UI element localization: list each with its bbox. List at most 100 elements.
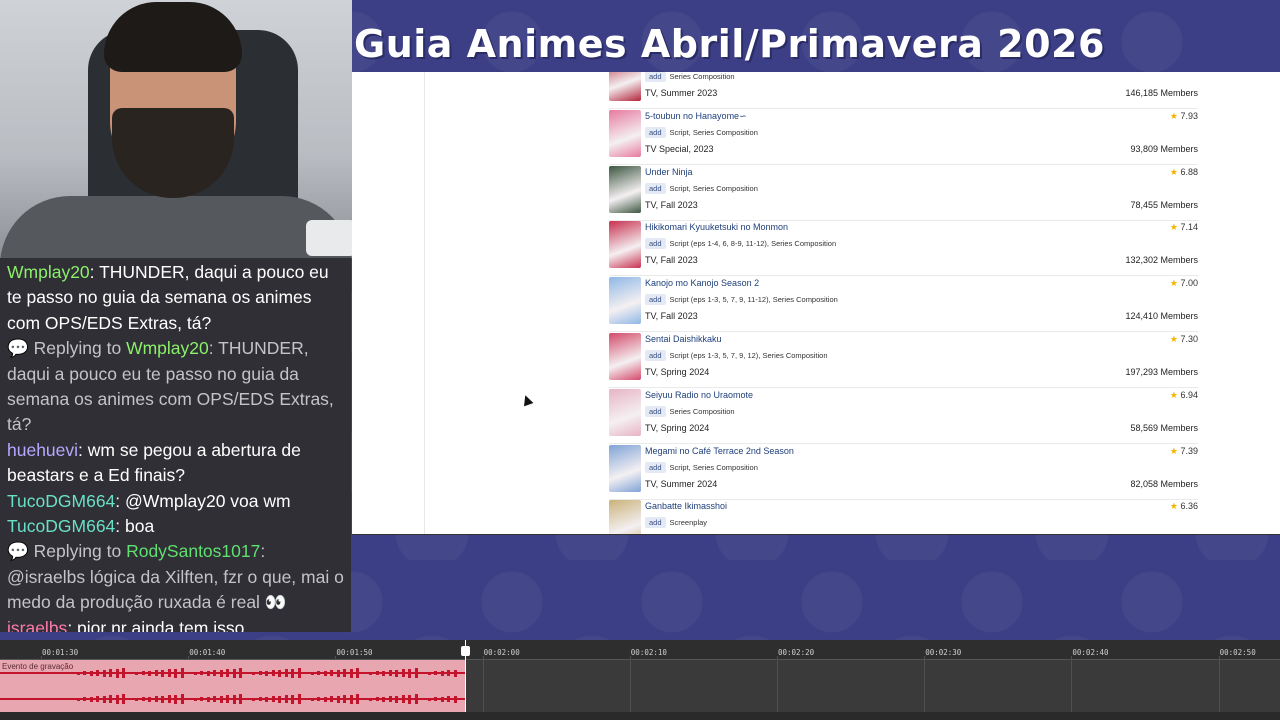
waveform-peak: [453, 695, 457, 703]
anime-entry[interactable]: Under Ninja add Script, Series Composition…: [609, 165, 1198, 221]
waveform-peak: [395, 695, 398, 703]
timeline-gridline: [924, 656, 926, 720]
waveform-peak: [304, 698, 307, 700]
waveform-peak: [135, 671, 138, 675]
add-button[interactable]: add: [645, 126, 666, 138]
timeline-ruler[interactable]: 00:01:30 00:01:40 00:01:50 00:02:00 00:02:10…: [0, 640, 1280, 660]
anime-type-season: TV, Spring 2024: [645, 367, 710, 377]
chat-username[interactable]: Wmplay20: [126, 338, 209, 358]
waveform-peak: [291, 668, 294, 678]
staff-roles: add Script (eps 1-3, 5, 7, 9, 12), Series…: [645, 350, 828, 361]
waveform-peak: [434, 697, 437, 701]
anime-score: ★ 7.30: [1170, 334, 1198, 345]
timeline-gridline: [1218, 656, 1220, 720]
add-button[interactable]: add: [645, 238, 666, 250]
waveform-peak: [414, 668, 418, 678]
anime-thumbnail[interactable]: [609, 221, 641, 269]
anime-entry[interactable]: Ganbatte Ikimasshoi add Screenplay ★ 6.36: [609, 499, 1198, 534]
anime-title-link[interactable]: Sentai Daishikkaku: [645, 334, 722, 344]
anime-thumbnail[interactable]: [609, 388, 641, 436]
waveform-peak: [414, 694, 418, 704]
timecode-label: 00:02:20: [778, 648, 815, 657]
waveform-peak: [154, 696, 158, 702]
webcam-feed: [0, 0, 352, 258]
chat-username[interactable]: TucoDGM664: [7, 491, 115, 511]
roles-text: Script (eps 1-3, 5, 7, 9, 12), Series Co…: [669, 351, 828, 360]
waveform-peak: [382, 670, 385, 676]
anime-entry[interactable]: Seiyuu Radio no Uraomote add Series Compos…: [609, 388, 1198, 444]
waveform-peak: [193, 671, 197, 675]
roles-text: Series Composition: [669, 406, 735, 416]
waveform-peak: [297, 668, 301, 678]
waveform-peak: [213, 670, 216, 676]
waveform-peak: [219, 669, 223, 677]
waveform-peak: [226, 669, 229, 677]
waveform-peak: [278, 669, 281, 677]
waveform-peak: [388, 670, 392, 676]
anime-title-link[interactable]: Megami no Café Terrace 2nd Season: [645, 446, 794, 456]
anime-thumbnail[interactable]: [609, 72, 641, 101]
waveform-peak: [330, 670, 333, 676]
chat-username[interactable]: huehuevi: [7, 440, 78, 460]
waveform-peak: [447, 696, 450, 702]
anime-title-link[interactable]: Under Ninja: [645, 167, 693, 177]
anime-thumbnail[interactable]: [609, 109, 641, 157]
score-value: 7.00: [1180, 278, 1198, 289]
anime-entry[interactable]: Sentai Daishikkaku add Script (eps 1-3, 5,…: [609, 332, 1198, 388]
anime-members: 82,058 Members: [1130, 478, 1198, 489]
anime-score: ★ 7.39: [1170, 446, 1198, 457]
waveform-peak: [362, 672, 366, 674]
roles-text: Script, Series Composition: [669, 462, 758, 472]
waveform-peak: [239, 668, 242, 678]
anime-entry[interactable]: Megami no Café Terrace 2nd Season add Scri…: [609, 444, 1198, 500]
waveform-peak: [200, 697, 203, 701]
add-button[interactable]: add: [645, 294, 666, 306]
anime-title-link[interactable]: Seiyuu Radio no Uraomote: [645, 390, 753, 400]
video-editor-timeline[interactable]: 00:01:30 00:01:40 00:01:50 00:02:00 00:02:10…: [0, 640, 1280, 720]
add-button[interactable]: add: [645, 72, 666, 82]
anime-entry[interactable]: 5-toubun no Hanayome∽ add Script, Series C…: [609, 109, 1198, 165]
anime-entry[interactable]: Kanojo mo Kanojo Season 2 add Script (eps …: [609, 276, 1198, 333]
timeline-gridline: [629, 656, 631, 720]
anime-thumbnail[interactable]: [609, 277, 641, 325]
add-button[interactable]: add: [645, 517, 666, 529]
add-button[interactable]: add: [645, 405, 666, 417]
anime-type-season: TV, Summer 2024: [645, 478, 718, 489]
chat-username[interactable]: TucoDGM664: [7, 516, 115, 536]
chat-username[interactable]: RodySantos1017: [126, 541, 260, 561]
roles-text: Script (eps 1-4, 6, 8-9, 11-12), Series …: [669, 239, 837, 249]
score-value: 6.36: [1180, 501, 1198, 512]
anime-thumbnail[interactable]: [609, 444, 641, 492]
waveform-peak: [154, 670, 158, 676]
star-icon: ★: [1169, 501, 1181, 512]
add-button[interactable]: add: [645, 461, 666, 473]
anime-thumbnail[interactable]: [609, 165, 641, 213]
waveform-peak: [343, 695, 346, 703]
waveform-peak: [265, 670, 268, 676]
timeline-scrollbar[interactable]: [0, 712, 1280, 720]
staff-roles: add Series Composition: [645, 72, 735, 82]
anime-title-link[interactable]: Kanojo mo Kanojo Season 2: [645, 278, 759, 288]
anime-title-link[interactable]: Ganbatte Ikimasshoi: [645, 501, 727, 511]
waveform-peak: [271, 670, 275, 676]
browser-window[interactable]: add Series Composition TV, Summer 2023 146,…: [352, 72, 1280, 535]
staff-roles: add Script (eps 1-4, 6, 8-9, 11-12), Seri…: [645, 238, 837, 250]
audio-clip[interactable]: Evento de gravação: [0, 660, 466, 712]
anime-title-link[interactable]: 5-toubun no Hanayome∽: [645, 111, 747, 122]
playhead-handle[interactable]: [461, 646, 470, 656]
anime-thumbnail[interactable]: [609, 500, 641, 534]
chat-username[interactable]: Wmplay20: [7, 262, 90, 282]
chat-username[interactable]: israelbs: [7, 618, 67, 632]
anime-score: ★ 7.00: [1170, 278, 1198, 289]
anime-entry[interactable]: add Series Composition TV, Summer 2023 146,…: [609, 72, 1198, 109]
waveform-peak: [336, 695, 340, 703]
waveform-peak: [408, 668, 411, 678]
anime-title-link[interactable]: Hikikomari Kyuuketsuki no Monmon: [645, 222, 788, 232]
add-button[interactable]: add: [645, 350, 666, 361]
waveform-peak: [109, 695, 112, 703]
waveform-peak: [239, 694, 242, 704]
waveform-peak: [369, 671, 372, 675]
anime-thumbnail[interactable]: [609, 333, 641, 380]
add-button[interactable]: add: [645, 182, 666, 194]
anime-entry[interactable]: Hikikomari Kyuuketsuki no Monmon add Scrip…: [609, 220, 1198, 277]
